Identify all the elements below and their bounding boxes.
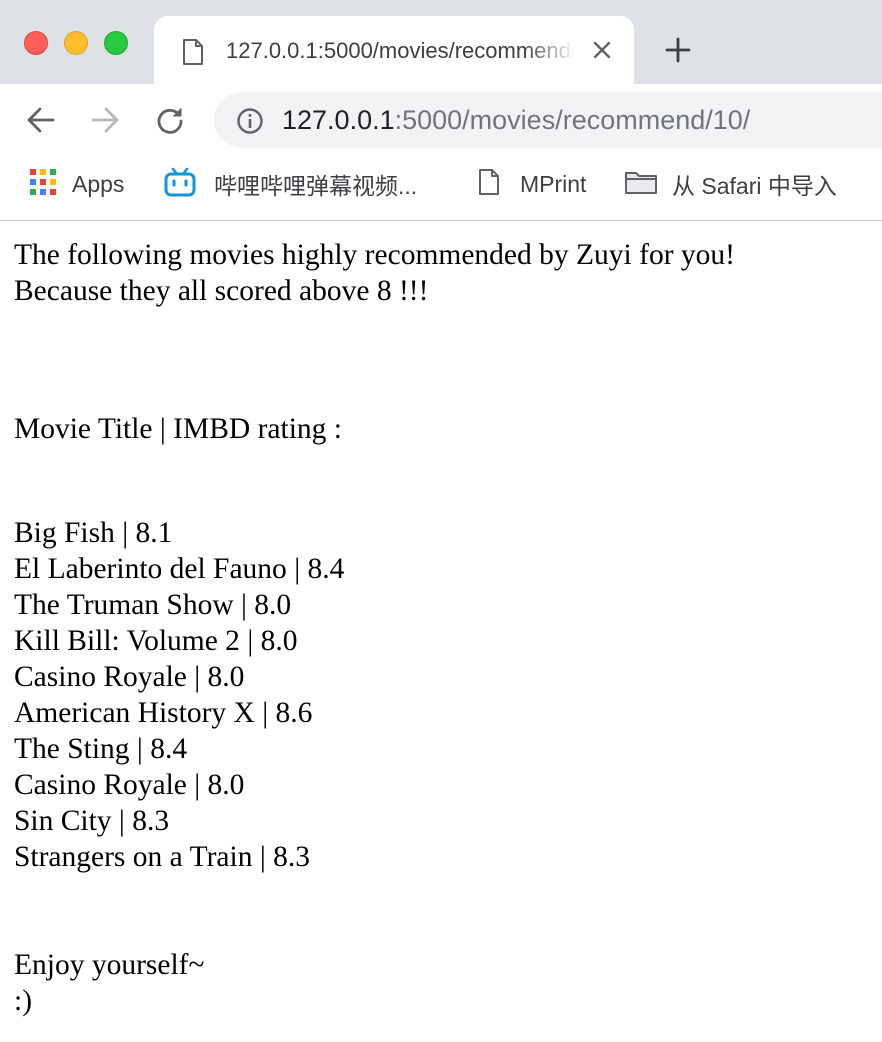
movie-row: The Truman Show | 8.0 [14, 587, 874, 623]
outro-line: Enjoy yourself~ [14, 949, 205, 981]
movie-title: Kill Bill: Volume 2 [14, 625, 240, 657]
movie-row: American History X | 8.6 [14, 695, 874, 731]
table-header: Movie Title | IMBD rating : [14, 413, 342, 445]
separator: | [254, 697, 276, 729]
bookmarks-bar: Apps 哔哩哔哩弹幕视频... MPrint 从 Safari 中导入 [0, 156, 882, 221]
browser-toolbar: 127.0.0.1:5000/movies/recommend/10/ [0, 84, 882, 156]
movie-rating: 8.4 [150, 733, 188, 765]
separator: | [111, 805, 133, 837]
movie-rating: 8.0 [254, 589, 292, 621]
reload-icon[interactable] [156, 106, 184, 139]
outro-line: :) [14, 985, 33, 1017]
movie-title: American History X [14, 697, 255, 729]
movie-rating: 8.3 [132, 805, 170, 837]
new-tab-icon[interactable] [664, 36, 692, 69]
movie-rating: 8.1 [135, 517, 173, 549]
movie-title: Casino Royale [14, 769, 187, 801]
close-window-button[interactable] [24, 31, 48, 55]
movie-row: Big Fish | 8.1 [14, 515, 874, 551]
movie-row: Strangers on a Train | 8.3 [14, 839, 874, 875]
movie-row: Casino Royale | 8.0 [14, 659, 874, 695]
tab-title: 127.0.0.1:5000/movies/recommend/10/ [226, 38, 576, 63]
separator: | [239, 625, 261, 657]
separator: | [286, 553, 308, 585]
movie-rating: 8.0 [207, 661, 245, 693]
bilibili-icon [164, 167, 196, 202]
movie-list: Big Fish | 8.1 El Laberinto del Fauno | … [14, 515, 874, 875]
movie-title: The Sting [14, 733, 130, 765]
movie-title: Casino Royale [14, 661, 187, 693]
bookmark-apps[interactable]: Apps [30, 168, 124, 200]
close-tab-icon[interactable] [592, 40, 612, 65]
bookmark-label: Apps [72, 170, 125, 197]
movie-title: Sin City [14, 805, 112, 837]
page-content: The following movies highly recommended … [14, 237, 874, 1019]
bookmark-label: MPrint [520, 170, 587, 197]
minimize-window-button[interactable] [64, 31, 88, 55]
tab-strip: 127.0.0.1:5000/movies/recommend/10/ [0, 0, 882, 84]
movie-rating: 8.3 [273, 841, 310, 873]
movie-rating: 8.4 [307, 553, 345, 585]
movie-title: El Laberinto del Fauno [14, 553, 287, 585]
separator: | [252, 841, 274, 873]
back-arrow-icon[interactable] [26, 106, 56, 139]
page-icon [182, 38, 204, 71]
movie-title: Big Fish [14, 517, 115, 549]
page-icon [478, 168, 500, 201]
forward-arrow-icon[interactable] [90, 106, 120, 139]
movie-row: The Sting | 8.4 [14, 731, 874, 767]
site-info-icon[interactable] [236, 107, 264, 140]
movie-title: The Truman Show [14, 589, 234, 621]
url-host: 127.0.0.1 [282, 105, 395, 135]
url-text: 127.0.0.1:5000/movies/recommend/10/ [282, 104, 750, 136]
separator: | [233, 589, 255, 621]
bookmark-label: 从 Safari 中导入 [672, 173, 837, 199]
url-path: :5000/movies/recommend/10/ [394, 105, 751, 135]
movie-rating: 8.0 [260, 625, 298, 657]
intro-line: The following movies highly recommended … [14, 239, 735, 271]
fullscreen-window-button[interactable] [104, 31, 128, 55]
intro-line: Because they all scored above 8 !!! [14, 275, 429, 307]
apps-grid-icon [30, 168, 56, 200]
separator: | [129, 733, 151, 765]
movie-row: Sin City | 8.3 [14, 803, 874, 839]
bookmark-folder-safari[interactable]: 从 Safari 中导入 [624, 168, 837, 200]
separator: | [186, 769, 208, 801]
movie-row: Casino Royale | 8.0 [14, 767, 874, 803]
movie-row: Kill Bill: Volume 2 | 8.0 [14, 623, 874, 659]
movie-rating: 8.6 [275, 697, 313, 729]
address-bar[interactable]: 127.0.0.1:5000/movies/recommend/10/ [214, 92, 882, 148]
separator: | [114, 517, 136, 549]
bookmark-mprint[interactable]: MPrint [478, 168, 586, 200]
movie-rating: 8.0 [207, 769, 245, 801]
folder-icon [624, 169, 658, 200]
bookmark-label: 哔哩哔哩弹幕视频... [214, 173, 418, 199]
separator: | [186, 661, 208, 693]
movie-row: El Laberinto del Fauno | 8.4 [14, 551, 874, 587]
active-tab[interactable]: 127.0.0.1:5000/movies/recommend/10/ [154, 16, 634, 84]
movie-title: Strangers on a Train [14, 841, 253, 873]
bookmark-bilibili[interactable]: 哔哩哔哩弹幕视频... [164, 167, 418, 202]
